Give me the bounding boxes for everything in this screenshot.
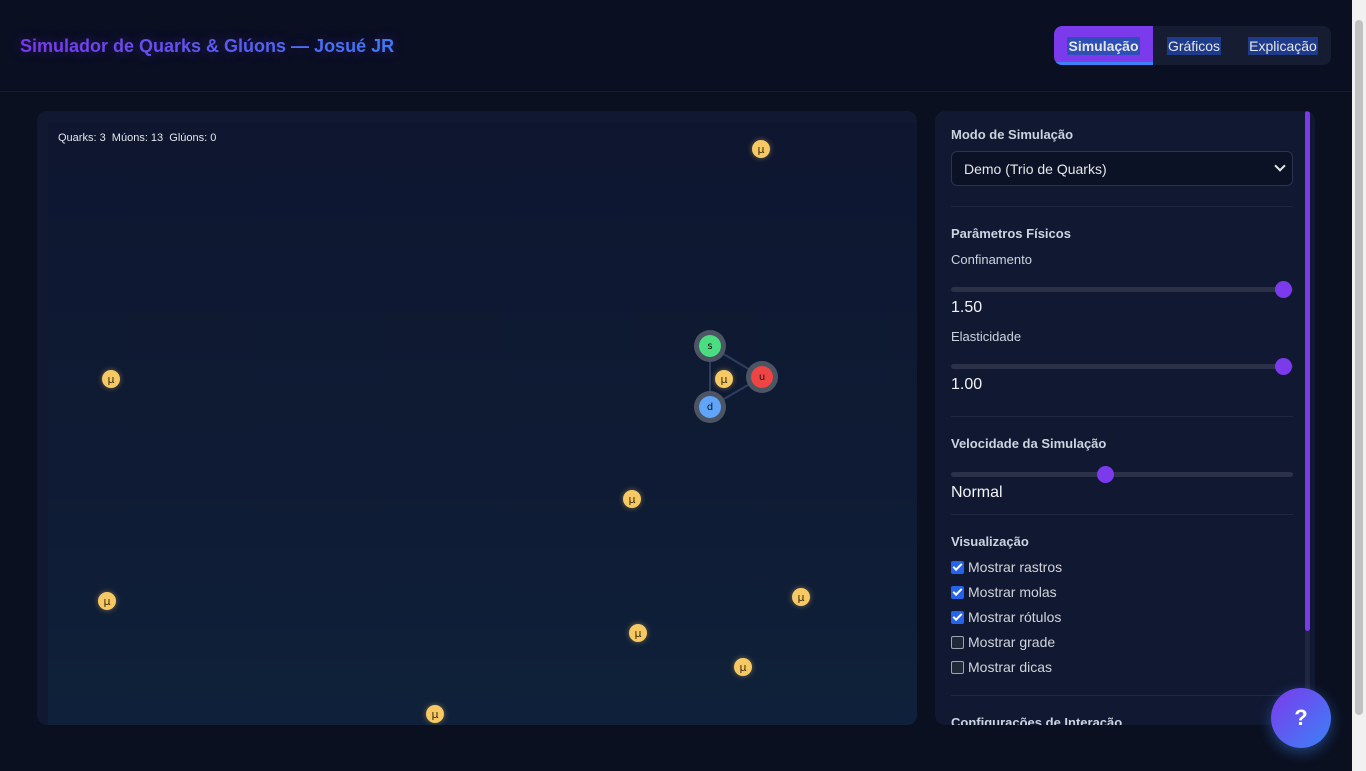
mode-select[interactable]: Demo (Trio de Quarks) <box>951 151 1293 186</box>
elasticity-slider-thumb[interactable] <box>1274 358 1292 375</box>
tips-label: Mostrar dicas <box>968 659 1053 675</box>
divider <box>951 514 1293 515</box>
chevron-down-icon <box>1274 160 1286 172</box>
confinement-value: 1.50 <box>951 299 983 316</box>
quark-s[interactable]: s <box>694 330 726 362</box>
trails-label: Mostrar rastros <box>968 559 1063 575</box>
app-title: Simulador de Quarks & Glúons — Josué JR <box>20 36 395 56</box>
muon-particle[interactable]: μ <box>734 658 752 676</box>
mode-title: Modo de Simulação <box>951 127 1074 142</box>
confinement-slider-thumb[interactable] <box>1274 281 1292 298</box>
simulation-canvas[interactable]: Quarks: 3 Múons: 13 Glúons: 0 s u d μ μ … <box>48 123 917 725</box>
elasticity-value: 1.00 <box>951 376 983 393</box>
confinement-label: Confinamento <box>951 252 1032 267</box>
muon-particle[interactable]: μ <box>426 705 444 723</box>
controls-scrollbar-thumb[interactable] <box>1305 111 1310 631</box>
mode-select-value: Demo (Trio de Quarks) <box>964 160 1107 177</box>
quark-d[interactable]: d <box>694 391 726 423</box>
tab-graficos-label: Gráficos <box>1166 36 1222 55</box>
option-springs[interactable]: Mostrar molas <box>951 584 1057 600</box>
app-header: Simulador de Quarks & Glúons — Josué JR … <box>0 0 1352 92</box>
muon-particle[interactable]: μ <box>752 140 770 158</box>
labels-checkbox[interactable] <box>951 610 964 624</box>
speed-slider-thumb[interactable] <box>1096 466 1114 483</box>
page-scrollbar[interactable] <box>1352 0 1366 771</box>
divider <box>951 416 1293 417</box>
controls-panel: Modo de Simulação Demo (Trio de Quarks) … <box>935 111 1315 725</box>
tab-explicacao[interactable]: Explicação <box>1235 26 1331 65</box>
spring-lines <box>709 345 763 408</box>
tab-simulacao[interactable]: Simulação <box>1054 26 1153 65</box>
option-grid[interactable]: Mostrar grade <box>951 634 1055 650</box>
tab-bar: Simulação Gráficos Explicação <box>1054 26 1331 65</box>
quark-u[interactable]: u <box>746 361 778 393</box>
elasticity-slider[interactable] <box>951 358 1293 375</box>
muon-particle[interactable]: μ <box>623 490 641 508</box>
divider <box>951 695 1293 696</box>
muon-particle[interactable]: μ <box>792 588 810 606</box>
simulation-panel: Quarks: 3 Múons: 13 Glúons: 0 s u d μ μ … <box>37 111 917 725</box>
physics-title: Parâmetros Físicos <box>951 226 1071 241</box>
visualization-title: Visualização <box>951 534 1029 549</box>
muon-particle[interactable]: μ <box>102 370 120 388</box>
quark-s-core: s <box>699 335 721 357</box>
grid-checkbox[interactable] <box>951 635 964 649</box>
springs-checkbox[interactable] <box>951 585 964 599</box>
grid-label: Mostrar grade <box>968 634 1056 650</box>
page-scrollbar-thumb[interactable] <box>1355 20 1363 715</box>
help-button[interactable]: ? <box>1271 688 1331 748</box>
quark-d-core: d <box>699 396 721 418</box>
tab-explicacao-label: Explicação <box>1248 36 1318 55</box>
muon-particle[interactable]: μ <box>629 624 647 642</box>
option-tips[interactable]: Mostrar dicas <box>951 659 1052 675</box>
springs-label: Mostrar molas <box>968 584 1057 600</box>
muon-particle[interactable]: μ <box>98 592 116 610</box>
speed-title: Velocidade da Simulação <box>951 436 1107 451</box>
muon-particle[interactable]: μ <box>715 370 733 388</box>
tab-graficos[interactable]: Gráficos <box>1153 26 1235 65</box>
divider <box>951 206 1293 207</box>
labels-label: Mostrar rótulos <box>968 609 1062 625</box>
tab-simulacao-label: Simulação <box>1067 36 1140 55</box>
option-trails[interactable]: Mostrar rastros <box>951 559 1062 575</box>
tips-checkbox[interactable] <box>951 660 964 674</box>
speed-slider[interactable] <box>951 466 1293 483</box>
option-labels[interactable]: Mostrar rótulos <box>951 609 1061 625</box>
confinement-slider[interactable] <box>951 281 1293 298</box>
trails-checkbox[interactable] <box>951 560 964 574</box>
quark-u-core: u <box>751 366 773 388</box>
elasticity-label: Elasticidade <box>951 329 1022 344</box>
interaction-title: Configurações de Interação <box>951 715 1123 725</box>
speed-value: Normal <box>951 484 1003 501</box>
